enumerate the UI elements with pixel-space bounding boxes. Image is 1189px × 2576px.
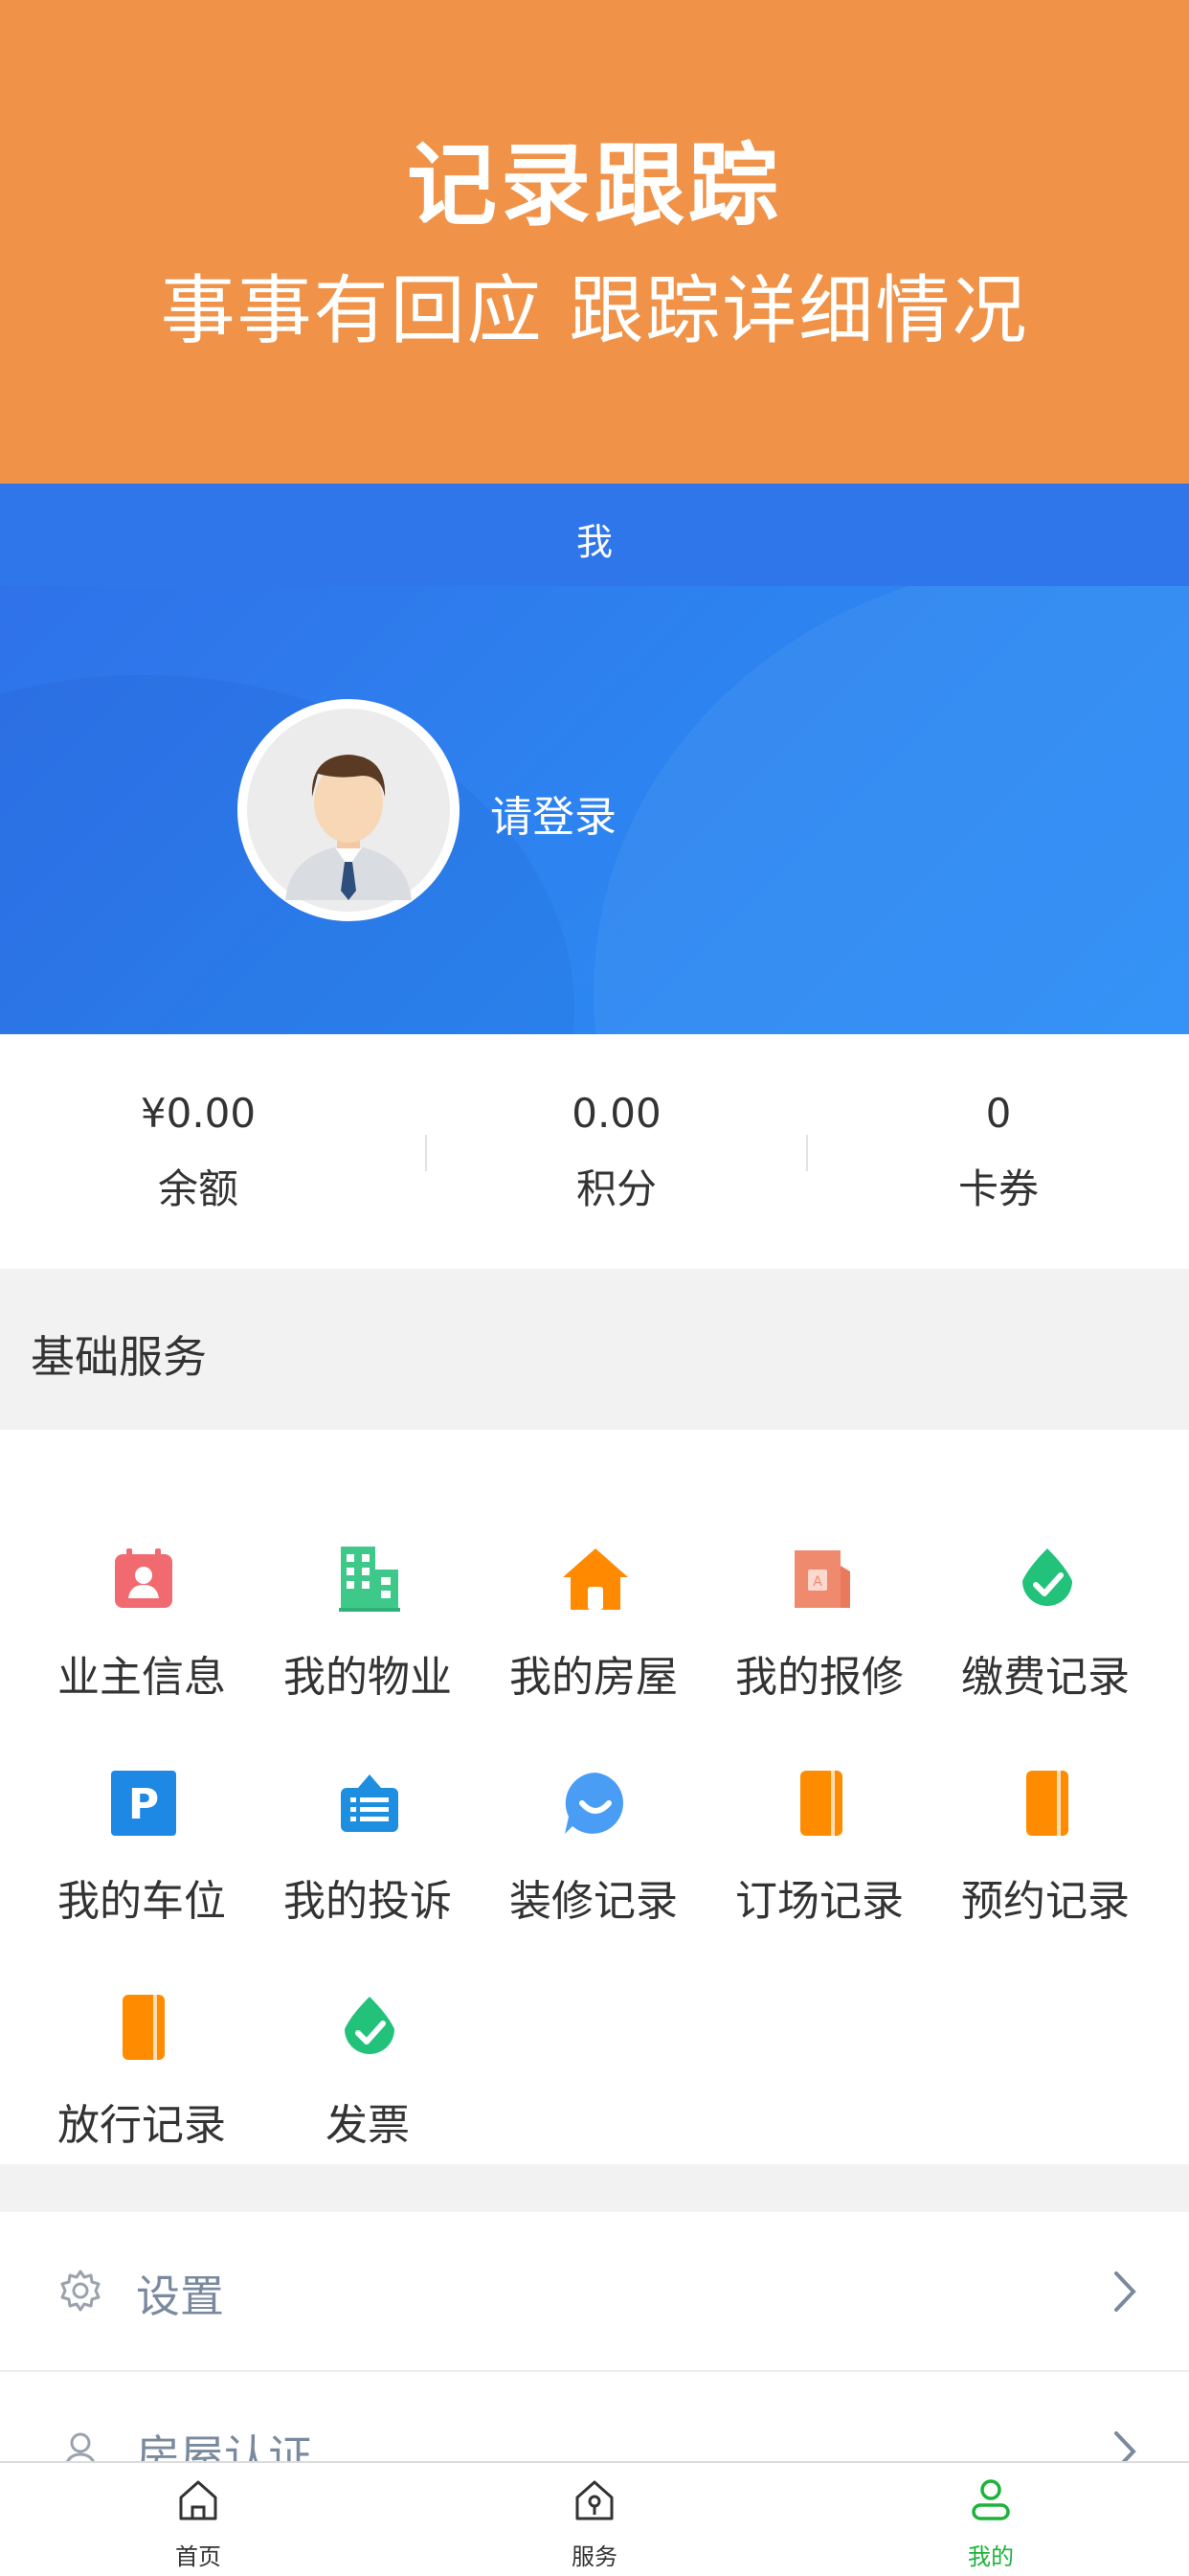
points-label: 积分: [575, 1165, 657, 1212]
chevron-right-icon: [1114, 2271, 1136, 2312]
points-stat[interactable]: 0.00 积分: [418, 1034, 815, 1269]
service-reservation-records[interactable]: 预约记录: [932, 1711, 1158, 1926]
profile-icon: [972, 2479, 1010, 2520]
service-label: 放行记录: [57, 2101, 226, 2150]
payment-check-icon: [1022, 1548, 1072, 1606]
coupons-label: 卡券: [957, 1165, 1039, 1212]
payment-check-icon: [345, 1997, 394, 2054]
owner-info-icon: [115, 1548, 172, 1608]
service-label: 订场记录: [735, 1877, 904, 1926]
service-my-complaint[interactable]: 我的投诉: [255, 1711, 481, 1926]
house-icon: [563, 1548, 628, 1610]
tab-service[interactable]: 服务: [396, 2463, 793, 2576]
gear-icon: [60, 2270, 101, 2312]
service-label: 装修记录: [509, 1877, 678, 1926]
service-booking-records[interactable]: 订场记录: [707, 1711, 932, 1926]
parking-icon: P: [111, 1771, 176, 1836]
tab-label: 我的: [968, 2543, 1014, 2570]
complaint-icon: [341, 1774, 398, 1832]
service-my-repair[interactable]: A 我的报修: [707, 1487, 932, 1702]
service-renovation-records[interactable]: 装修记录: [481, 1711, 707, 1926]
section-header: 基础服务: [0, 1269, 1189, 1430]
promo-banner: 记录跟踪 事事有回应 跟踪详细情况: [0, 0, 1189, 484]
coupons-value: 0: [985, 1090, 1012, 1137]
avatar-person-icon: [247, 709, 450, 912]
nav-bar: 我: [0, 484, 1189, 586]
balance-stat[interactable]: ¥0.00 余额: [0, 1034, 396, 1269]
notebook-icon: [1026, 1771, 1068, 1836]
service-label: 我的投诉: [283, 1877, 452, 1926]
service-label: 我的物业: [283, 1653, 452, 1702]
service-label: 发票: [325, 2101, 410, 2150]
tab-bar: 首页 服务 我的: [0, 2461, 1189, 2576]
account-stats: ¥0.00 余额 0.00 积分 0 卡券: [0, 1034, 1189, 1269]
notebook-icon: [123, 1995, 165, 2060]
points-value: 0.00: [572, 1090, 662, 1137]
page-title: 我: [575, 521, 613, 563]
tab-home[interactable]: 首页: [0, 2463, 396, 2576]
svg-text:A: A: [813, 1574, 822, 1590]
service-label: 我的报修: [735, 1653, 904, 1702]
repair-icon: A: [795, 1550, 850, 1608]
section-title: 基础服务: [31, 1331, 207, 1383]
service-my-house[interactable]: 我的房屋: [481, 1487, 707, 1702]
notebook-icon: [800, 1771, 842, 1836]
service-label: 缴费记录: [961, 1653, 1130, 1702]
service-label: 我的车位: [57, 1877, 226, 1926]
services-grid: 业主信息 我的物业 我的房屋 A 我的报修 缴费记录 P 我的车位 我的投诉 装…: [0, 1430, 1189, 2164]
coupons-stat[interactable]: 0 卡券: [800, 1034, 1189, 1269]
balance-label: 余额: [157, 1165, 238, 1212]
service-release-records[interactable]: 放行记录: [29, 1935, 255, 2150]
banner-subtitle: 事事有回应 跟踪详细情况: [160, 268, 1029, 354]
service-my-parking[interactable]: P 我的车位: [29, 1711, 255, 1926]
service-label: 预约记录: [961, 1877, 1130, 1926]
settings-row[interactable]: 设置: [0, 2212, 1189, 2372]
settings-label: 设置: [136, 2271, 224, 2322]
service-label: 业主信息: [57, 1653, 226, 1702]
balance-value: ¥0.00: [140, 1090, 257, 1137]
tab-label: 首页: [175, 2543, 221, 2570]
service-house-icon: [575, 2480, 614, 2520]
header-decoration: [594, 560, 1189, 1034]
chat-smile-icon: [565, 1773, 624, 1834]
service-payment-records[interactable]: 缴费记录: [932, 1487, 1158, 1702]
service-invoice[interactable]: 发票: [255, 1935, 481, 2150]
service-my-property[interactable]: 我的物业: [255, 1487, 481, 1702]
home-icon: [179, 2480, 217, 2520]
svg-text:P: P: [128, 1780, 159, 1829]
service-label: 我的房屋: [509, 1653, 678, 1702]
tab-mine[interactable]: 我的: [793, 2463, 1189, 2576]
login-link[interactable]: 请登录: [490, 782, 617, 844]
service-owner-info[interactable]: 业主信息: [29, 1487, 255, 1702]
section-gap: [0, 2164, 1189, 2212]
building-icon: [339, 1547, 400, 1612]
avatar[interactable]: [237, 699, 460, 921]
banner-title: 记录跟踪: [406, 134, 782, 238]
profile-header: 我 请登录: [0, 484, 1189, 1034]
tab-label: 服务: [572, 2543, 617, 2570]
